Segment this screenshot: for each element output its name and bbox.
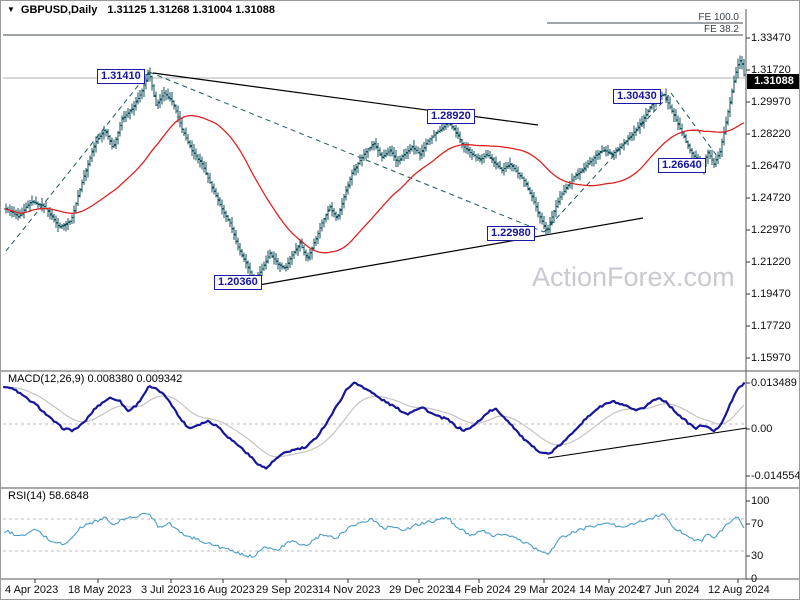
chart-canvas[interactable] xyxy=(1,1,800,600)
chart-window: ActionForex.com MACD(12,26,9) 0.008380 0… xyxy=(0,0,800,600)
